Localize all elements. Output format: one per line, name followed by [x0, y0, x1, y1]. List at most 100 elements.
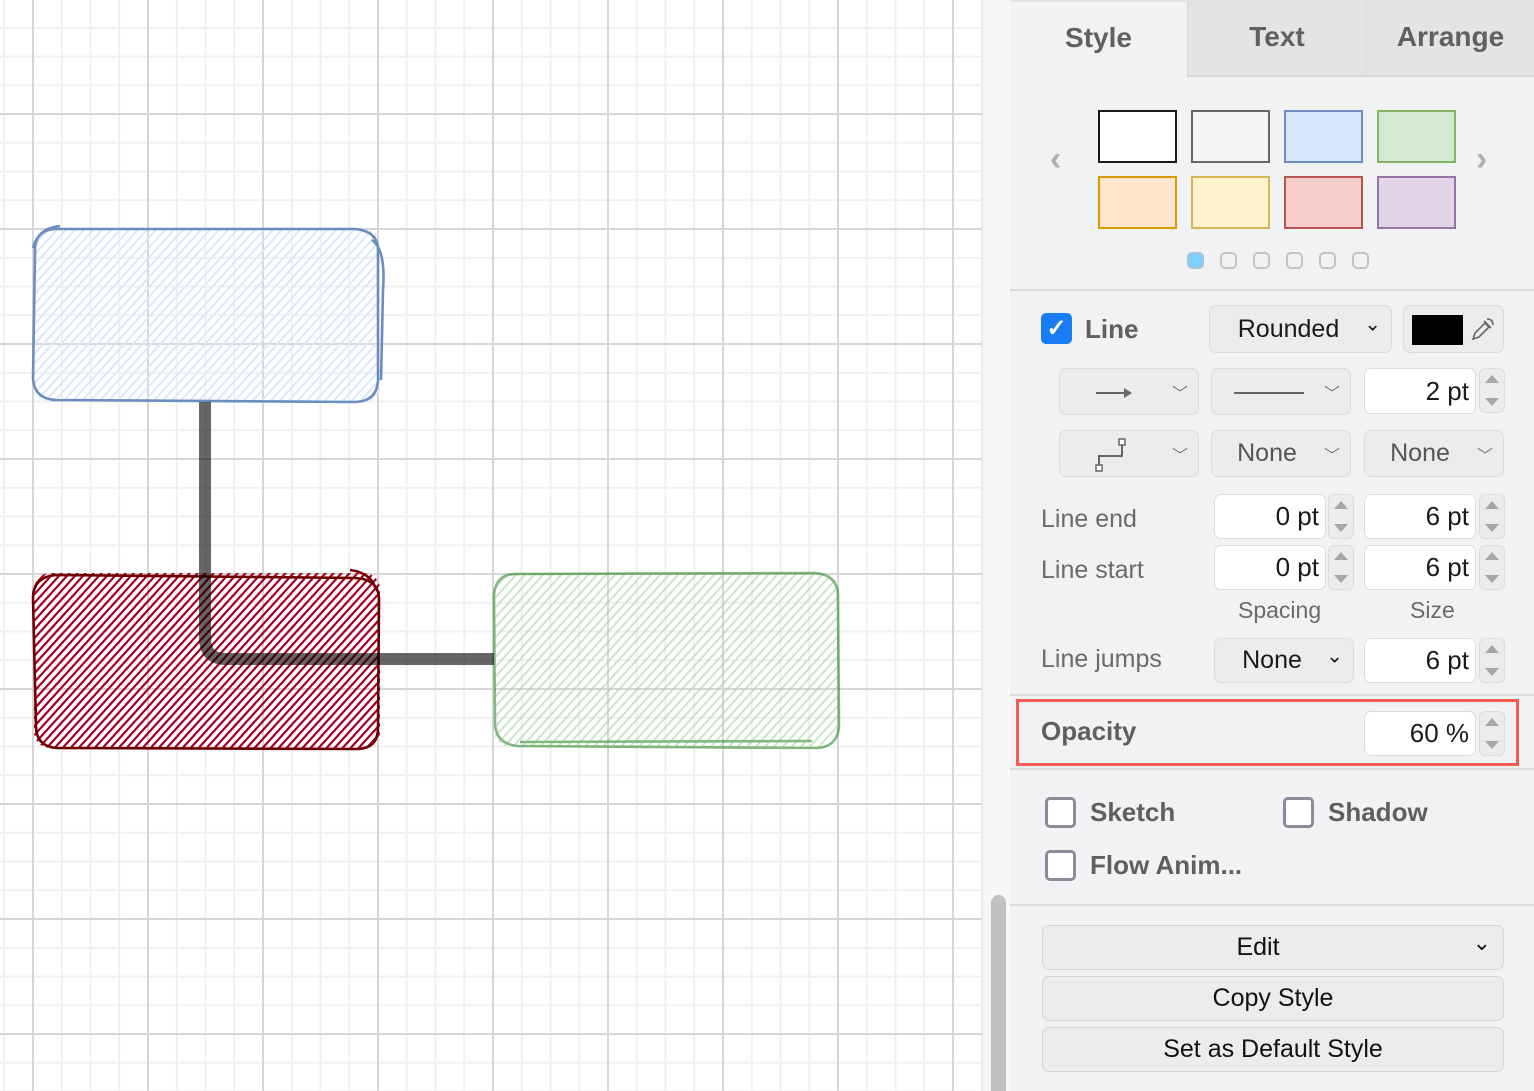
line-jumps-label: Line jumps [1041, 645, 1162, 673]
line-end-spacing-stepper[interactable] [1328, 494, 1354, 539]
style-swatch[interactable] [1284, 110, 1363, 163]
chevron-down-icon: ﹀ [1476, 447, 1493, 465]
line-label: Line [1085, 314, 1139, 344]
swatch-page-dot[interactable] [1187, 252, 1204, 269]
line-end-size-input[interactable]: 6 pt [1364, 494, 1476, 539]
style-swatch[interactable] [1191, 110, 1270, 163]
line-pattern-select[interactable]: ﹀ [1211, 368, 1351, 415]
line-color-picker[interactable] [1403, 305, 1504, 353]
hatch-stroke [373, 229, 380, 402]
line-jumps-select[interactable]: None ⌄ [1214, 638, 1354, 683]
line-width-input[interactable]: 2 pt [1364, 368, 1476, 414]
tab-arrange-label: Arrange [1396, 20, 1505, 52]
opacity-stepper[interactable] [1479, 711, 1505, 756]
swatch-page-dot[interactable] [1220, 252, 1237, 269]
sketch-checkbox[interactable] [1045, 797, 1076, 828]
waypoint-select[interactable]: ﹀ [1059, 430, 1199, 477]
hatch-stroke [34, 229, 189, 402]
line-color-chip[interactable] [1412, 315, 1463, 345]
set-default-style-button[interactable]: Set as Default Style [1042, 1027, 1504, 1072]
swatch-next-icon[interactable]: › [1476, 140, 1487, 179]
hatch-stroke [256, 229, 380, 402]
hatch-stroke [383, 225, 547, 406]
spacing-column-label: Spacing [1238, 597, 1322, 623]
section-divider [1010, 904, 1534, 906]
line-style-select[interactable]: Rounded ⌄ [1209, 305, 1392, 353]
hatch-stroke [175, 229, 342, 402]
hatch-stroke [121, 229, 288, 402]
style-swatch[interactable] [1098, 176, 1177, 229]
swatch-page-dot[interactable] [1352, 252, 1369, 269]
tab-text[interactable]: Text [1187, 2, 1366, 77]
blue-shape-hatch [34, 225, 547, 406]
swatch-page-dot[interactable] [1286, 252, 1303, 269]
swatch-page-dot[interactable] [1319, 252, 1336, 269]
hatch-stroke [94, 229, 261, 402]
connector-edge[interactable] [199, 402, 494, 665]
hatch-stroke [103, 229, 270, 402]
line-jumps-value: None [1242, 646, 1302, 674]
hatch-stroke [42, 573, 211, 748]
shadow-label: Shadow [1328, 797, 1428, 827]
hatch-stroke [166, 229, 333, 402]
line-jumps-size-input[interactable]: 6 pt [1364, 638, 1476, 683]
hatch-stroke [328, 229, 380, 402]
hatch-stroke [211, 229, 378, 402]
style-swatch[interactable] [1377, 110, 1456, 163]
hatch-stroke [34, 229, 36, 402]
blue-shape[interactable] [0, 224, 547, 406]
line-jumps-size-stepper[interactable] [1479, 638, 1505, 683]
hatch-stroke [130, 229, 297, 402]
copy-style-label: Copy Style [1212, 984, 1334, 1012]
line-start-spacing-input[interactable]: 0 pt [1214, 545, 1326, 590]
hatch-stroke [202, 229, 369, 402]
line-end-select[interactable]: None ﹀ [1364, 430, 1504, 477]
swatch-prev-icon[interactable]: ‹ [1050, 140, 1061, 179]
tab-style[interactable]: Style [1010, 2, 1187, 77]
line-end-label: Line end [1041, 505, 1137, 533]
diagram-canvas[interactable] [0, 0, 982, 1091]
line-start-size-input[interactable]: 6 pt [1364, 545, 1476, 590]
section-divider [1010, 289, 1534, 291]
hatch-stroke [49, 229, 216, 402]
solid-line-icon [1234, 392, 1304, 394]
hatch-stroke [247, 229, 380, 402]
shadow-checkbox[interactable] [1283, 797, 1314, 828]
line-end-spacing-input[interactable]: 0 pt [1214, 494, 1326, 539]
hatch-stroke [112, 229, 279, 402]
vertical-scrollbar-thumb[interactable] [991, 895, 1006, 1091]
line-start-select[interactable]: None ﹀ [1211, 430, 1351, 477]
hatch-stroke [34, 229, 162, 402]
line-end-size-stepper[interactable] [1479, 494, 1505, 539]
style-swatch[interactable] [1377, 176, 1456, 229]
hatch-stroke [34, 573, 203, 748]
copy-style-button[interactable]: Copy Style [1042, 976, 1504, 1021]
hatch-stroke [319, 229, 380, 402]
flow-animation-checkbox[interactable] [1045, 850, 1076, 881]
line-style-value: Rounded [1237, 314, 1340, 343]
hatch-stroke [157, 229, 324, 402]
flow-animation-label: Flow Anim... [1090, 850, 1243, 880]
opacity-label: Opacity [1041, 716, 1137, 746]
line-checkbox[interactable]: ✓ [1041, 313, 1072, 344]
tab-arrange[interactable]: Arrange [1366, 2, 1534, 77]
set-default-style-label: Set as Default Style [1163, 1035, 1383, 1063]
style-swatch[interactable] [1098, 110, 1177, 163]
style-swatch[interactable] [1191, 176, 1270, 229]
hatch-stroke [139, 229, 306, 402]
style-swatch[interactable] [1284, 176, 1363, 229]
line-end-value: None [1390, 439, 1450, 467]
line-width-stepper[interactable] [1479, 368, 1505, 413]
eyedropper-icon[interactable] [1469, 317, 1495, 343]
line-start-size-stepper[interactable] [1479, 545, 1505, 590]
line-start-spacing-stepper[interactable] [1328, 545, 1354, 590]
hatch-stroke [193, 229, 360, 402]
hatch-stroke [34, 573, 35, 748]
edit-style-dropdown[interactable]: Edit ⌄ [1042, 925, 1504, 970]
hatch-stroke [67, 229, 234, 402]
hatch-stroke [301, 229, 380, 402]
connector-arrow-select[interactable]: ﹀ [1059, 368, 1199, 415]
hatch-stroke [364, 229, 380, 402]
swatch-page-dot[interactable] [1253, 252, 1270, 269]
opacity-input[interactable]: 60 % [1364, 711, 1476, 756]
